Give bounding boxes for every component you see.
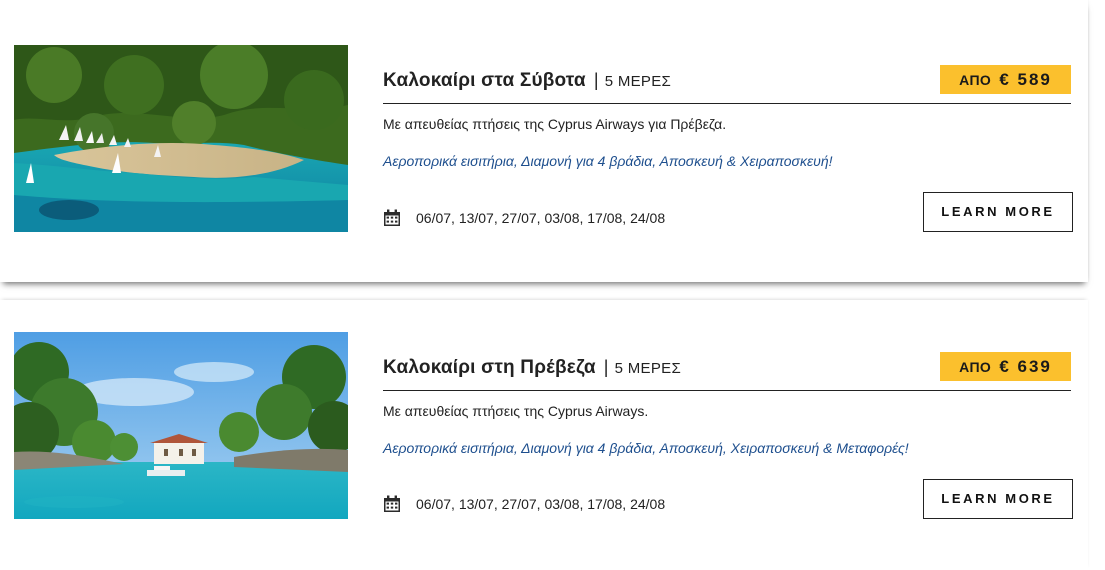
price-badge: ΑΠΟ € 589	[940, 65, 1071, 94]
offer-dates-text: 06/07, 13/07, 27/07, 03/08, 17/08, 24/08	[416, 496, 666, 512]
title-separator: |	[603, 357, 609, 377]
price-badge: ΑΠΟ € 639	[940, 352, 1071, 381]
learn-more-button[interactable]: LEARN MORE	[923, 479, 1073, 519]
calendar-icon	[383, 209, 401, 227]
offer-description: Με απευθείας πτήσεις της Cyprus Airways …	[383, 116, 727, 132]
price-prefix: ΑΠΟ	[959, 359, 992, 375]
offer-details-syvota: Καλοκαίρι στα Σύβοτα | 5 ΜΕΡΕΣ ΑΠΟ € 589 Μ…	[383, 65, 1073, 232]
offer-details-preveza: Καλοκαίρι στη Πρέβεζα | 5 ΜΕΡΕΣ ΑΠΟ € 639 …	[383, 352, 1073, 519]
title-separator: |	[593, 70, 599, 90]
offer-title-text: Καλοκαίρι στα Σύβοτα	[383, 70, 586, 91]
offer-includes: Αεροπορικά εισιτήρια, Διαμονή για 4 βράδ…	[383, 153, 833, 169]
calendar-icon	[383, 495, 401, 513]
offer-title-text: Καλοκαίρι στη Πρέβεζα	[383, 357, 596, 378]
offer-image-preveza[interactable]	[14, 332, 348, 519]
learn-more-button[interactable]: LEARN MORE	[923, 192, 1073, 232]
offer-includes: Αεροπορικά εισιτήρια, Διαμονή για 4 βράδ…	[383, 440, 909, 456]
offer-title[interactable]: Καλοκαίρι στη Πρέβεζα | 5 ΜΕΡΕΣ	[383, 357, 681, 379]
offer-dates: 06/07, 13/07, 27/07, 03/08, 17/08, 24/08	[383, 209, 665, 227]
offer-duration: 5 ΜΕΡΕΣ	[614, 360, 682, 377]
offer-header: Καλοκαίρι στα Σύβοτα | 5 ΜΕΡΕΣ ΑΠΟ € 589	[383, 65, 1071, 104]
offer-image-syvota[interactable]	[14, 45, 348, 232]
price-amount: € 589	[999, 70, 1052, 89]
offer-card-preveza: Καλοκαίρι στη Πρέβεζα | 5 ΜΕΡΕΣ ΑΠΟ € 639 …	[0, 300, 1088, 570]
price-amount: € 639	[999, 357, 1052, 376]
offer-title[interactable]: Καλοκαίρι στα Σύβοτα | 5 ΜΕΡΕΣ	[383, 70, 671, 92]
offer-header: Καλοκαίρι στη Πρέβεζα | 5 ΜΕΡΕΣ ΑΠΟ € 639	[383, 352, 1071, 391]
offer-duration: 5 ΜΕΡΕΣ	[604, 73, 672, 90]
offer-description: Με απευθείας πτήσεις της Cyprus Airways.	[383, 403, 649, 419]
offer-dates-text: 06/07, 13/07, 27/07, 03/08, 17/08, 24/08	[416, 210, 666, 226]
price-prefix: ΑΠΟ	[959, 72, 992, 88]
offer-card-syvota: Καλοκαίρι στα Σύβοτα | 5 ΜΕΡΕΣ ΑΠΟ € 589 Μ…	[0, 0, 1088, 282]
offer-dates: 06/07, 13/07, 27/07, 03/08, 17/08, 24/08	[383, 495, 665, 513]
